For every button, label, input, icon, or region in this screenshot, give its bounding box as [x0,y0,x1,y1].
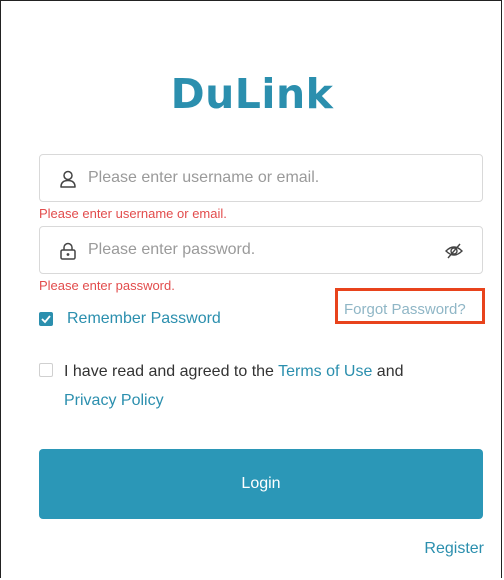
register-link[interactable]: Register [424,540,484,558]
remember-checkbox[interactable] [39,312,53,326]
login-button[interactable]: Login [39,449,483,519]
lock-icon [58,241,78,261]
terms-middle: and [372,363,404,380]
password-error: Please enter password. [39,278,175,293]
password-field[interactable] [39,226,483,274]
terms-prefix: I have read and agreed to the [64,363,279,380]
remember-label[interactable]: Remember Password [67,310,221,328]
terms-of-use-link[interactable]: Terms of Use [278,363,372,380]
terms-checkbox[interactable] [39,363,53,377]
username-field[interactable] [39,154,483,202]
username-input[interactable] [88,155,428,201]
terms-text: I have read and agreed to the Terms of U… [64,357,474,415]
password-input[interactable] [88,227,428,273]
privacy-policy-link[interactable]: Privacy Policy [64,392,164,409]
username-error: Please enter username or email. [39,206,227,221]
eye-off-icon[interactable] [444,241,464,261]
check-icon [41,315,51,324]
forgot-password-label[interactable]: Forgot Password? [344,301,466,318]
app-logo: DuLink [170,70,334,118]
forgot-password-link[interactable]: Forgot Password? [335,288,485,324]
user-icon [58,169,78,189]
